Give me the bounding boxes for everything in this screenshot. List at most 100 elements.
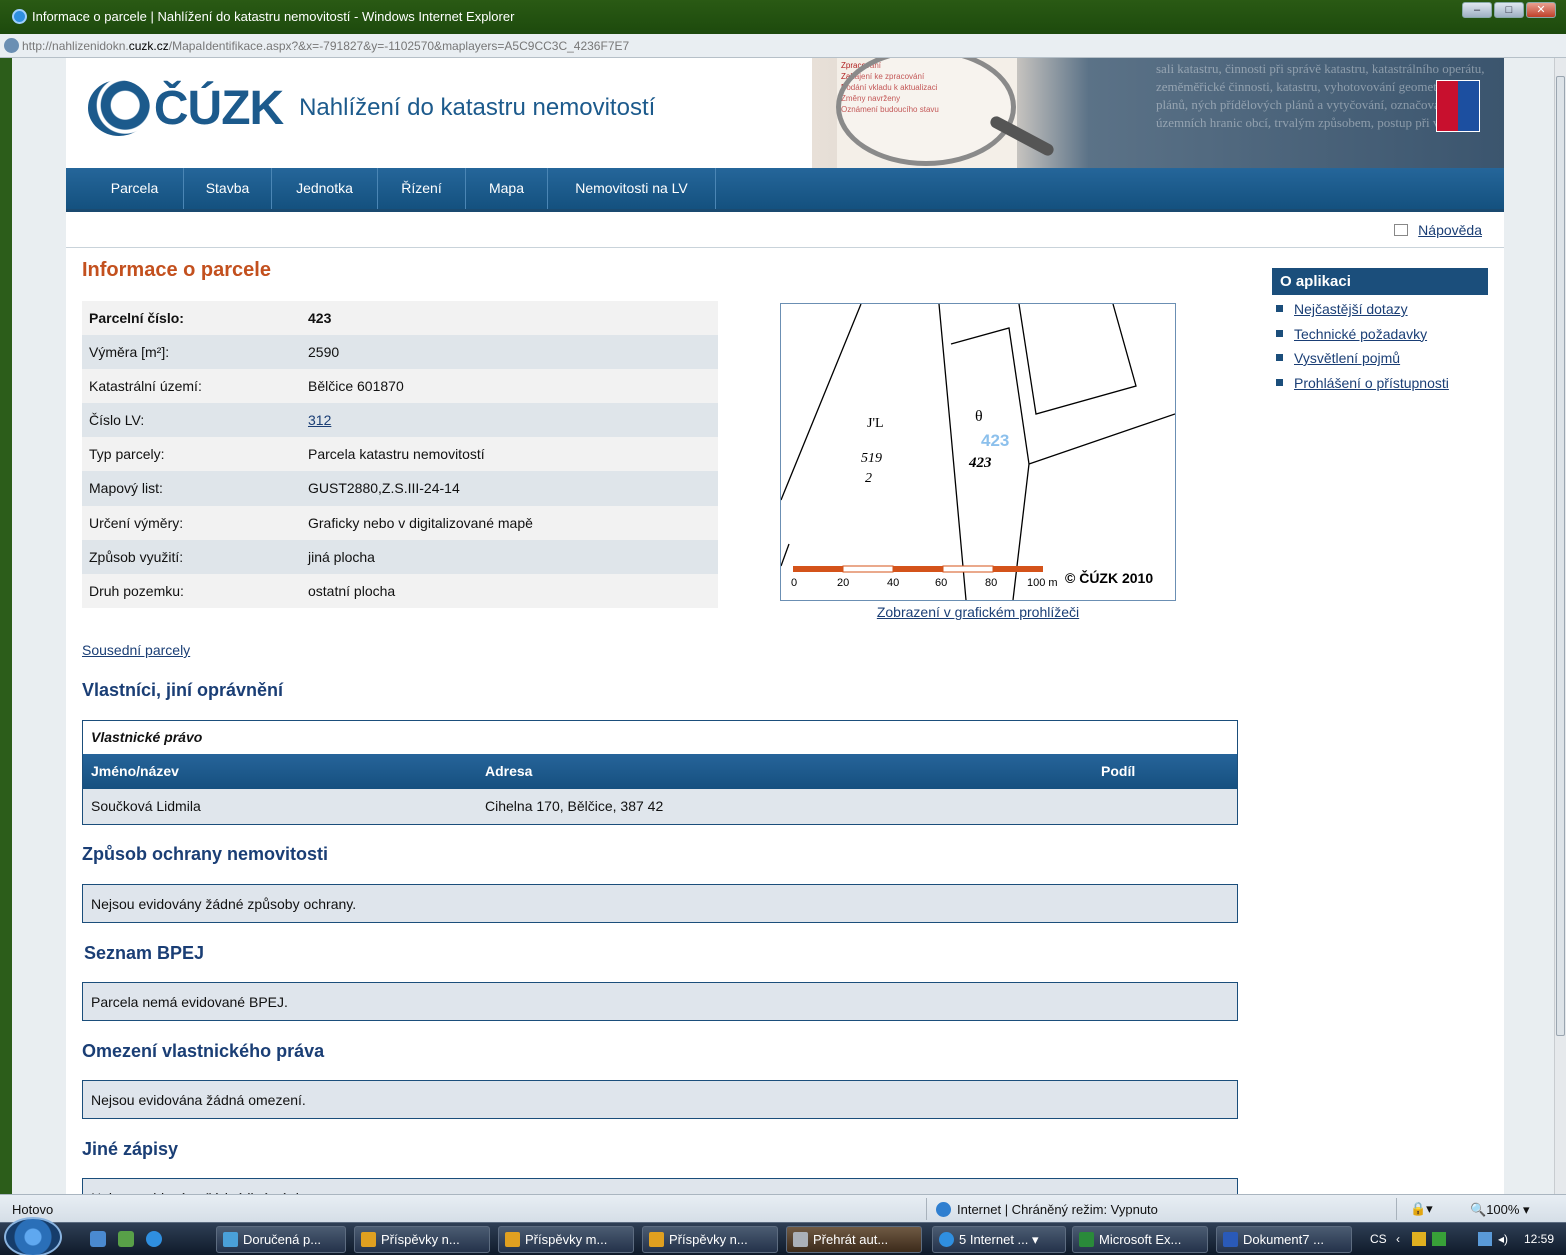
graphic-viewer-link[interactable]: Zobrazení v grafickém prohlížeči — [877, 604, 1079, 620]
taskbar-item-internet[interactable]: 5 Internet ... ▾ — [932, 1226, 1066, 1253]
info-row: Číslo LV: 312 — [82, 403, 718, 438]
close-window-button[interactable]: ✕ — [1526, 2, 1556, 18]
taskbar-item-posts-1[interactable]: Příspěvky n... — [354, 1226, 490, 1253]
list-item: Prohlášení o přístupnosti — [1272, 371, 1488, 396]
protection-box: Nejsou evidovány žádné způsoby ochrany. — [82, 884, 1238, 923]
state-emblem-icon — [1436, 80, 1480, 132]
nav-stavba[interactable]: Stavba — [184, 168, 272, 209]
address-bar[interactable]: http://nahlizenidokn.cuzk.cz/MapaIdentif… — [0, 34, 1566, 58]
cuzk-logo[interactable]: ČÚZK Nahlížení do katastru nemovitostí — [88, 80, 655, 140]
info-row: Mapový list: GUST2880,Z.S.III-24-14 — [82, 471, 718, 506]
taskbar-item-word[interactable]: Dokument7 ... — [1216, 1226, 1352, 1253]
info-row: Určení výměry: Graficky nebo v digitalizo… — [82, 505, 718, 540]
owners-heading: Vlastníci, jiní oprávnění — [82, 680, 284, 700]
info-value: 2590 — [308, 344, 340, 361]
map-preview[interactable]: J'L θ 423 423 519 2 0 20 40 60 80 100 m … — [780, 303, 1176, 601]
nav-parcela[interactable]: Parcela — [86, 168, 184, 209]
info-value: Graficky nebo v digitalizované mapě — [308, 514, 533, 531]
nav-jednotka[interactable]: Jednotka — [272, 168, 378, 209]
start-button[interactable] — [4, 1217, 62, 1255]
neighbour-parcels-link[interactable]: Sousední parcely — [82, 642, 190, 658]
info-label: Číslo LV: — [89, 412, 145, 429]
tech-requirements-link[interactable]: Technické požadavky — [1294, 326, 1427, 342]
vertical-scrollbar[interactable] — [1554, 58, 1566, 1194]
help-area: Nápověda — [1394, 222, 1482, 238]
switch-windows-icon[interactable] — [118, 1231, 134, 1247]
taskbar-item-excel[interactable]: Microsoft Ex... — [1072, 1226, 1208, 1253]
ie-icon — [12, 9, 27, 24]
minimize-button[interactable]: – — [1462, 2, 1492, 18]
security-zone[interactable]: Internet | Chráněný režim: Vypnuto — [936, 1202, 1158, 1217]
scale-tick: 80 — [985, 577, 997, 589]
clock[interactable]: 12:59 — [1524, 1232, 1554, 1246]
taskbar-item-posts-3[interactable]: Příspěvky n... — [642, 1226, 778, 1253]
url-text[interactable]: http://nahlizenidokn.cuzk.cz/MapaIdentif… — [22, 39, 629, 53]
logo-text: ČÚZK — [153, 81, 284, 135]
taskbar-item-posts-2[interactable]: Příspěvky m... — [498, 1226, 634, 1253]
accessibility-link[interactable]: Prohlášení o přístupnosti — [1294, 375, 1449, 391]
info-label: Katastrální území: — [89, 378, 202, 395]
volume-icon[interactable]: ◂) — [1498, 1232, 1508, 1246]
cuzk-globe-icon — [88, 80, 150, 136]
map-label-jl: J'L — [867, 416, 884, 431]
divider — [926, 1198, 927, 1220]
table-row: Součková Lidmila Cihelna 170, Bělčice, 3… — [83, 789, 1237, 824]
taskbar-item-autoplay[interactable]: Přehrát aut... — [786, 1226, 922, 1253]
nav-mapa[interactable]: Mapa — [466, 168, 548, 209]
scale-tick: 20 — [837, 577, 849, 589]
maximize-button[interactable]: □ — [1494, 2, 1524, 18]
faq-link[interactable]: Nejčastější dotazy — [1294, 301, 1408, 317]
protection-heading: Způsob ochrany nemovitosti — [82, 844, 329, 864]
owner-name: Součková Lidmila — [91, 798, 201, 814]
other-records-box: Nejsou evidovány žádné jiné zápisy. — [82, 1178, 1238, 1194]
scrollbar-thumb[interactable] — [1556, 76, 1565, 1036]
info-label: Typ parcely: — [89, 446, 165, 463]
divider — [66, 247, 1504, 248]
tray-app-icon[interactable] — [1432, 1232, 1446, 1246]
taskbar-item-mail[interactable]: Doručená p... — [216, 1226, 346, 1253]
page: ČÚZK Nahlížení do katastru nemovitostí Z… — [66, 58, 1504, 1194]
word-icon — [1223, 1232, 1238, 1247]
windows-taskbar: Doručená p... Příspěvky n... Příspěvky m… — [0, 1217, 1566, 1255]
col-header-name: Jméno/název — [91, 763, 179, 779]
ie-quicklaunch-icon[interactable] — [146, 1231, 162, 1247]
scale-tick: 40 — [887, 577, 899, 589]
scale-tick: 0 — [791, 577, 797, 589]
col-header-address: Adresa — [485, 763, 533, 779]
site-header: ČÚZK Nahlížení do katastru nemovitostí Z… — [66, 58, 1504, 168]
tray-expand-icon[interactable]: ‹ — [1396, 1232, 1400, 1246]
main-nav: Parcela Stavba Jednotka Řízení Mapa Nemo… — [66, 168, 1504, 212]
network-icon[interactable] — [1478, 1232, 1492, 1246]
owners-header-row: Jméno/název Adresa Podíl — [83, 754, 1237, 789]
protected-mode-icon[interactable]: 🔒▾ — [1410, 1201, 1433, 1217]
show-desktop-icon[interactable] — [90, 1231, 106, 1247]
home-icon — [1394, 224, 1409, 236]
nav-rizeni[interactable]: Řízení — [378, 168, 466, 209]
about-app-box: O aplikaci Nejčastější dotazy Technické … — [1272, 268, 1488, 395]
lv-number-link[interactable]: 312 — [308, 403, 331, 437]
map-link-area: Zobrazení v grafickém prohlížeči — [780, 604, 1176, 620]
tray-app-icon[interactable] — [1412, 1232, 1426, 1246]
nav-nemovitosti-na-lv[interactable]: Nemovitosti na LV — [548, 168, 716, 209]
map-scale-bar — [793, 565, 1043, 573]
window-left-edge — [0, 58, 12, 1194]
mail-icon — [223, 1232, 238, 1247]
map-label-519: 519 — [861, 451, 882, 466]
language-indicator[interactable]: CS — [1370, 1232, 1387, 1246]
list-item: Nejčastější dotazy — [1272, 297, 1488, 322]
map-parcel-handwritten: 423 — [968, 455, 992, 471]
help-link[interactable]: Nápověda — [1418, 222, 1482, 238]
about-app-links: Nejčastější dotazy Technické požadavky V… — [1272, 295, 1488, 395]
info-label: Parcelní číslo: — [89, 310, 184, 326]
info-row: Druh pozemku: ostatní plocha — [82, 573, 718, 608]
neighbours-area: Sousední parcely — [82, 642, 190, 658]
page-title: Informace o parcele — [82, 259, 271, 281]
info-value: Parcela katastru nemovitostí — [308, 446, 485, 463]
zoom-level[interactable]: 🔍100% ▾ — [1470, 1202, 1530, 1218]
restrictions-heading: Omezení vlastnického práva — [82, 1041, 325, 1061]
info-value: Bělčice 601870 — [308, 378, 404, 395]
glossary-link[interactable]: Vysvětlení pojmů — [1294, 350, 1400, 366]
excel-icon — [1079, 1232, 1094, 1247]
info-row: Parcelní číslo: 423 — [82, 301, 718, 336]
divider — [1396, 1198, 1397, 1220]
